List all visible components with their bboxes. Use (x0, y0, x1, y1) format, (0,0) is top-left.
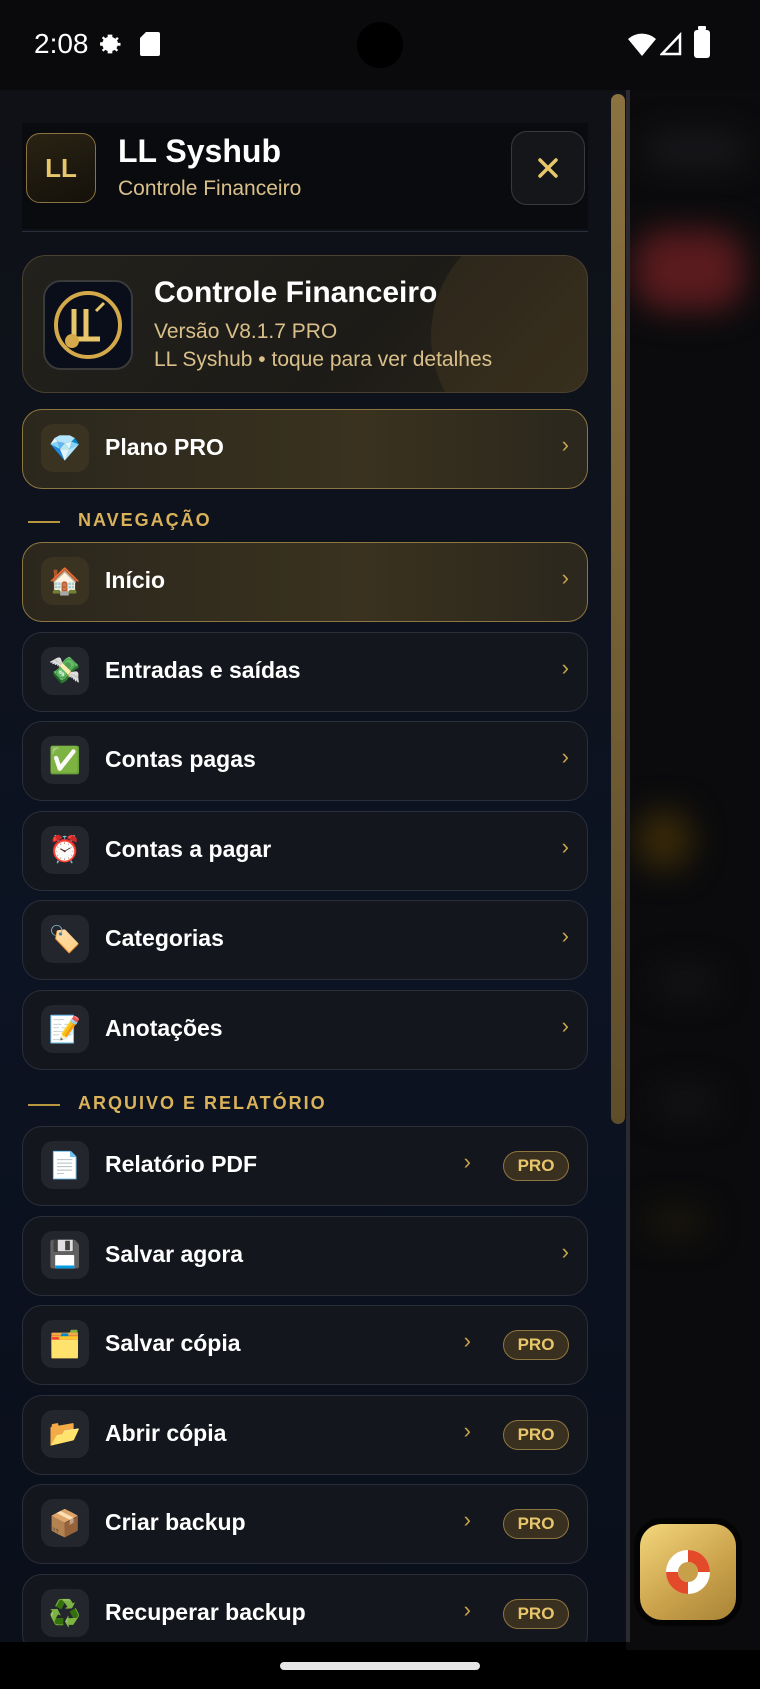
package-icon: 📦 (41, 1499, 89, 1548)
alarm-clock-icon: ⏰ (41, 825, 89, 874)
chevron-right-icon: › (561, 833, 569, 859)
house-icon: 🏠 (41, 557, 89, 605)
pro-badge: PRO (503, 1419, 569, 1450)
app-meta: LL Syshub • toque para ver detalhes (154, 348, 493, 371)
wifi-icon (628, 33, 656, 56)
menu-item-label: Entradas e saídas (105, 656, 301, 683)
money-wings-icon: 💸 (41, 646, 89, 695)
menu-item-categorias[interactable]: 🏷️ Categorias › (22, 900, 588, 981)
menu-item-label: Anotações (105, 1015, 223, 1041)
menu-item-salvar-copia[interactable]: 🗂️ Salvar cópia › PRO (22, 1305, 588, 1386)
menu-item-label: Contas pagas (105, 746, 256, 773)
menu-item-plano-pro[interactable]: 💎 Plano PRO › (22, 409, 588, 489)
menu-item-label: Categorias (105, 925, 224, 952)
menu-item-relatorio-pdf[interactable]: 📄 Relatório PDF › PRO (22, 1126, 588, 1206)
app-title: Controle Financeiro (154, 276, 438, 309)
brand-subtitle: Controle Financeiro (118, 177, 302, 200)
menu-item-criar-backup[interactable]: 📦 Criar backup › PRO (22, 1484, 588, 1565)
menu-item-abrir-copia[interactable]: 📂 Abrir cópia › PRO (22, 1394, 588, 1475)
header-divider (22, 231, 588, 232)
label-tag-icon: 🏷️ (41, 915, 89, 964)
chevron-right-icon: › (561, 744, 569, 770)
memo-icon: 📝 (41, 1005, 89, 1053)
section-title: NAVEGAÇÃO (78, 510, 212, 530)
menu-item-label: Relatório PDF (105, 1151, 258, 1177)
navigation-drawer: LL LL Syshub Controle Financeiro Control… (0, 90, 626, 1642)
dimmed-main-screen (626, 90, 760, 1650)
menu-item-label: Recuperar backup (105, 1599, 306, 1625)
menu-item-entradas-e-saidas[interactable]: 💸 Entradas e saídas › (22, 631, 588, 712)
menu-item-label: Salvar agora (105, 1240, 244, 1267)
chevron-right-icon: › (463, 1597, 471, 1622)
sd-card-icon (140, 32, 160, 56)
floppy-disk-icon: 💾 (41, 1230, 89, 1279)
brand-logo-badge: LL (26, 133, 96, 203)
menu-item-salvar-agora[interactable]: 💾 Salvar agora › (22, 1215, 588, 1296)
close-icon (538, 158, 558, 178)
menu-item-contas-a-pagar[interactable]: ⏰ Contas a pagar › (22, 810, 588, 891)
app-info-card[interactable]: Controle Financeiro Versão V8.1.7 PRO LL… (22, 255, 588, 393)
settings-gear-icon (100, 34, 121, 54)
pro-badge: PRO (503, 1509, 569, 1540)
menu-item-anotacoes[interactable]: 📝 Anotações › (22, 990, 588, 1070)
chevron-right-icon: › (463, 1417, 471, 1443)
menu-item-label: Abrir cópia (105, 1419, 227, 1446)
menu-item-label: Criar backup (105, 1509, 246, 1536)
chevron-right-icon: › (463, 1149, 471, 1174)
check-mark-icon: ✅ (41, 736, 89, 785)
menu-item-label: Salvar cópia (105, 1330, 241, 1357)
chevron-right-icon: › (561, 565, 569, 590)
drawer-header: LL LL Syshub Controle Financeiro (22, 123, 588, 229)
recycle-icon: ♻️ (41, 1589, 89, 1637)
chevron-right-icon: › (561, 1013, 569, 1038)
pro-badge: PRO (503, 1330, 569, 1361)
chevron-right-icon: › (463, 1328, 471, 1354)
brand-name: LL Syshub (118, 133, 281, 169)
menu-item-label: Plano PRO (105, 434, 224, 460)
drawer-scrollbar[interactable] (611, 94, 625, 1124)
gesture-nav-pill[interactable] (280, 1662, 480, 1670)
battery-icon (694, 26, 710, 58)
camera-cutout (357, 22, 403, 68)
help-lifebuoy-button[interactable] (640, 1524, 736, 1620)
menu-item-recuperar-backup[interactable]: ♻️ Recuperar backup › PRO (22, 1574, 588, 1642)
cell-signal-icon (660, 32, 682, 56)
chevron-right-icon: › (561, 923, 569, 949)
chevron-right-icon: › (561, 432, 569, 457)
chevron-right-icon: › (463, 1507, 471, 1533)
lifebuoy-icon (666, 1550, 710, 1594)
card-index-icon: 🗂️ (41, 1320, 89, 1369)
status-time: 2:08 (34, 28, 89, 59)
status-bar: 2:08 (0, 0, 760, 90)
menu-item-inicio[interactable]: 🏠 Início › (22, 542, 588, 622)
pro-badge: PRO (503, 1599, 569, 1629)
drawer-edge (626, 90, 630, 1642)
menu-item-label: Contas a pagar (105, 835, 272, 862)
chevron-right-icon: › (561, 654, 569, 680)
document-icon: 📄 (41, 1141, 89, 1189)
pro-badge: PRO (503, 1151, 569, 1181)
menu-item-label: Início (105, 567, 166, 593)
chevron-right-icon: › (561, 1238, 569, 1264)
app-version: Versão V8.1.7 PRO (154, 320, 338, 343)
close-drawer-button[interactable] (511, 131, 585, 205)
app-logo-icon (54, 291, 122, 359)
section-title: ARQUIVO E RELATÓRIO (78, 1093, 327, 1113)
gem-icon: 💎 (41, 424, 89, 472)
app-logo (43, 280, 133, 370)
open-folder-icon: 📂 (41, 1409, 89, 1458)
menu-item-contas-pagas[interactable]: ✅ Contas pagas › (22, 721, 588, 802)
